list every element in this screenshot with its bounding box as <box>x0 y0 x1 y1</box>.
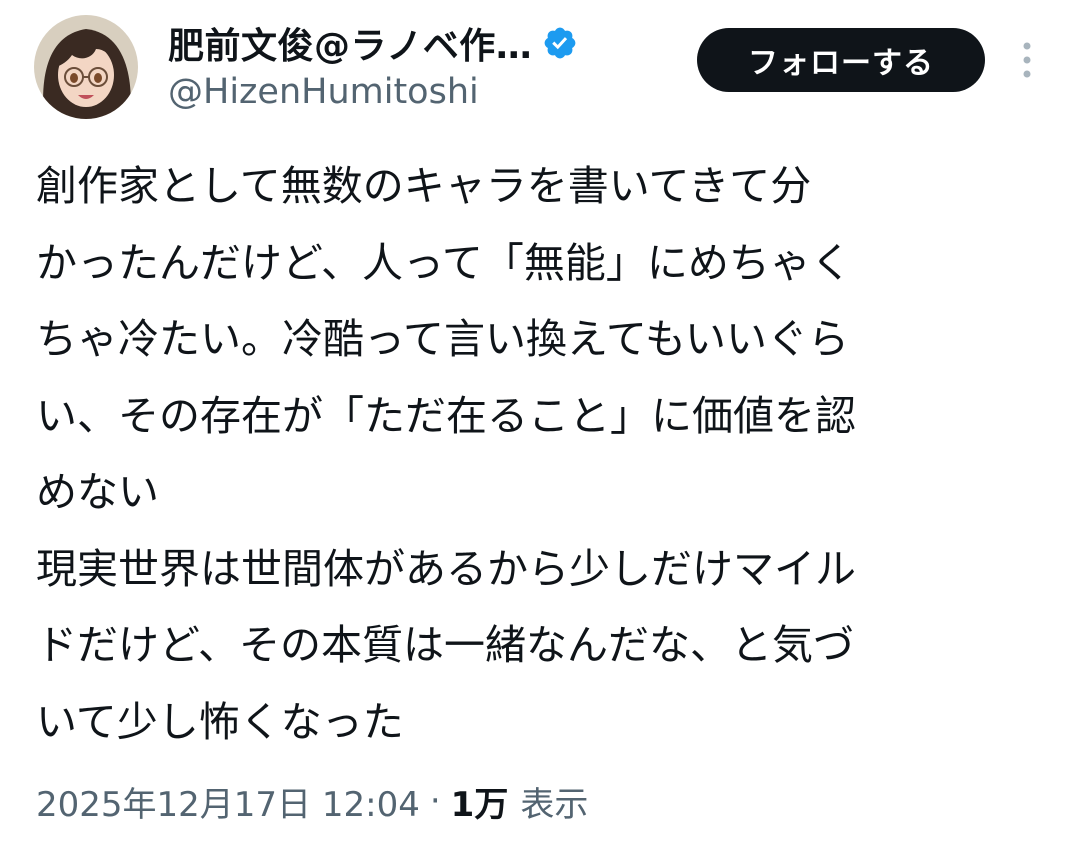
tweet-timestamp[interactable]: 2025年12月17日 12:04 <box>36 777 420 826</box>
tweet-line: めない <box>36 468 159 516</box>
avatar-image <box>34 15 138 119</box>
verified-badge-icon <box>544 27 576 59</box>
follow-button[interactable]: フォローする <box>697 28 985 92</box>
tweet-line: ちゃ冷たい。冷酷って言い換えてもいいぐら <box>36 315 850 363</box>
views-label: 表示 <box>520 784 589 825</box>
tweet-line: い、その存在が「ただ在ること」に価値を認 <box>36 391 856 440</box>
avatar[interactable] <box>34 15 138 119</box>
meta-separator: · <box>429 781 441 821</box>
more-vertical-icon[interactable] <box>1014 40 1040 80</box>
tweet-line: ドだけど、その本質は一緒なんだな、と気づ <box>36 621 854 669</box>
tweet-line: かったんだけど、人って「無能」にめちゃく <box>36 238 852 287</box>
tweet-text: 創作家として無数のキャラを書いてきて分 かったんだけど、人って「無能」にめちゃく… <box>36 148 1046 760</box>
author-display-name[interactable]: 肥前文俊@ラノベ作… <box>168 17 532 69</box>
tweet-line: 現実世界は世間体があるから少しだけマイル <box>36 544 856 593</box>
author-name-row: 肥前文俊@ラノベ作… <box>168 18 578 68</box>
author-handle[interactable]: @HizenHumitoshi <box>168 72 479 112</box>
tweet-line: いて少し怖くなった <box>36 697 404 746</box>
tweet-line: 創作家として無数のキャラを書いてきて分 <box>36 162 812 210</box>
tweet-meta: 2025年12月17日 12:04 · 1万 表示 <box>36 773 588 829</box>
views-count: 1万 <box>450 784 509 825</box>
